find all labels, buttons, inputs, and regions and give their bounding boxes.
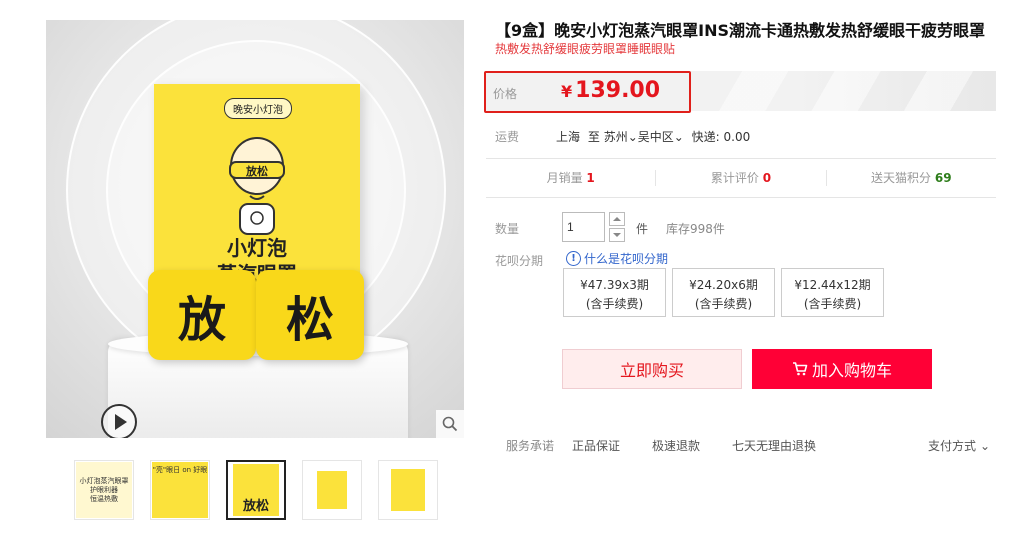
- cart-icon: [792, 362, 808, 376]
- service-item-fast-refund[interactable]: 极速退款: [652, 437, 700, 454]
- district-select[interactable]: 吴中区⌄: [638, 130, 684, 144]
- price-amount: 139.00: [575, 78, 661, 103]
- payment-methods-dropdown[interactable]: 支付方式 ⌄: [928, 437, 990, 454]
- eye-mask-pack-right: 松: [256, 270, 364, 360]
- express-fee: 快递: 0.00: [691, 130, 751, 144]
- service-item-7day-return[interactable]: 七天无理由退换: [732, 437, 816, 454]
- info-icon: !: [566, 251, 581, 266]
- thumbnail-strip: 小灯泡蒸汽眼罩 护眼利器 恒温热敷 "亮"眼日 on 好眼 放松: [74, 460, 438, 520]
- buy-now-button[interactable]: 立即购买: [562, 349, 742, 389]
- huabei-label: 花呗分期: [495, 254, 544, 268]
- thumbnail-5[interactable]: [378, 460, 438, 520]
- add-to-cart-button[interactable]: 加入购物车: [752, 349, 932, 389]
- plan-fee: (含手续费): [694, 297, 753, 311]
- plan-fee: (含手续费): [803, 297, 862, 311]
- service-item-genuine[interactable]: 正品保证: [572, 437, 620, 454]
- quantity-unit: 件: [636, 222, 649, 236]
- lightbulb-mascot-icon: 放松: [229, 137, 285, 235]
- plan-fee: (含手续费): [585, 297, 644, 311]
- quantity-decrease-button[interactable]: [609, 228, 625, 242]
- thumbnail-2-text: "亮"眼日 on 好眼: [152, 466, 208, 474]
- total-reviews[interactable]: 累计评价 0: [656, 170, 827, 186]
- quantity-input[interactable]: [562, 212, 605, 242]
- points-value: 69: [934, 171, 952, 185]
- chevron-down-icon: ⌄: [673, 130, 684, 144]
- service-label: 服务承诺: [506, 439, 555, 453]
- installment-plan-12[interactable]: ¥12.44x12期 (含手续费): [781, 268, 884, 317]
- thumbnail-1[interactable]: 小灯泡蒸汽眼罩 护眼利器 恒温热敷: [74, 460, 134, 520]
- plan-amount: ¥12.44x12期: [794, 278, 871, 292]
- chevron-down-icon: ⌄: [980, 438, 991, 453]
- chevron-down-icon: ⌄: [627, 130, 638, 144]
- stats-bar: 月销量 1 累计评价 0 送天猫积分 69: [486, 160, 996, 196]
- city-select-value: 苏州: [603, 130, 628, 144]
- mascot-mask-text: 放松: [245, 164, 268, 178]
- thumbnail-2[interactable]: "亮"眼日 on 好眼: [150, 460, 210, 520]
- district-select-value: 吴中区: [637, 130, 674, 144]
- divider: [486, 197, 996, 198]
- points-label: 送天猫积分: [871, 171, 932, 185]
- product-subtitle: 热敷发热舒缓眼疲劳眼罩睡眠眼贴: [495, 42, 676, 56]
- quantity-label: 数量: [495, 222, 520, 236]
- thumbnail-1-text: 小灯泡蒸汽眼罩 护眼利器 恒温热敷: [79, 476, 129, 503]
- main-product-image[interactable]: 晚安小灯泡 放松 小灯泡 蒸汽眼罩 放 松: [46, 20, 464, 438]
- monthly-sales: 月销量 1: [486, 170, 657, 186]
- ship-to-word: 至: [587, 130, 600, 144]
- installment-plan-6[interactable]: ¥24.20x6期 (含手续费): [672, 268, 775, 317]
- currency-symbol: ¥: [561, 82, 573, 101]
- plan-amount: ¥47.39x3期: [580, 278, 649, 292]
- quantity-increase-button[interactable]: [609, 212, 625, 226]
- divider: [486, 158, 996, 159]
- ship-from: 上海: [556, 130, 581, 144]
- product-title: 【9盒】晚安小灯泡蒸汽眼罩INS潮流卡通热敷发热舒缓眼干疲劳眼罩: [495, 21, 986, 40]
- caret-up-icon: [613, 217, 621, 221]
- box-title-line1: 小灯泡: [227, 236, 287, 260]
- add-to-cart-label: 加入购物车: [811, 361, 892, 380]
- reviews-value: 0: [762, 171, 772, 185]
- thumbnail-3-badge: 放松: [233, 464, 279, 516]
- play-video-button[interactable]: [101, 404, 137, 438]
- price-value: ¥139.00: [561, 78, 660, 103]
- reviews-label: 累计评价: [710, 171, 759, 185]
- installment-plan-3[interactable]: ¥47.39x3期 (含手续费): [563, 268, 666, 317]
- huabei-help-text: 什么是花呗分期: [584, 252, 669, 266]
- tmall-points: 送天猫积分 69: [827, 170, 996, 186]
- box-brand-tag: 晚安小灯泡: [224, 98, 292, 119]
- plan-amount: ¥24.20x6期: [689, 278, 758, 292]
- caret-down-icon: [613, 233, 621, 237]
- zoom-button[interactable]: [436, 410, 464, 438]
- shipping-label: 运费: [495, 130, 520, 144]
- eye-mask-pack-left: 放: [148, 270, 256, 360]
- huabei-help-link[interactable]: ! 什么是花呗分期: [566, 250, 668, 267]
- city-select[interactable]: 苏州⌄: [604, 130, 638, 144]
- monthly-sales-label: 月销量: [546, 171, 583, 185]
- thumbnail-3[interactable]: 放松: [226, 460, 286, 520]
- thumbnail-4[interactable]: [302, 460, 362, 520]
- shipping-info: 上海 至 苏州⌄吴中区⌄ 快递: 0.00: [556, 128, 750, 145]
- monthly-sales-value: 1: [586, 171, 595, 185]
- payment-label: 支付方式: [928, 439, 977, 453]
- play-icon: [114, 414, 127, 430]
- magnifier-icon: [442, 416, 458, 432]
- price-label: 价格: [493, 87, 518, 101]
- stock-count: 库存998件: [666, 222, 725, 236]
